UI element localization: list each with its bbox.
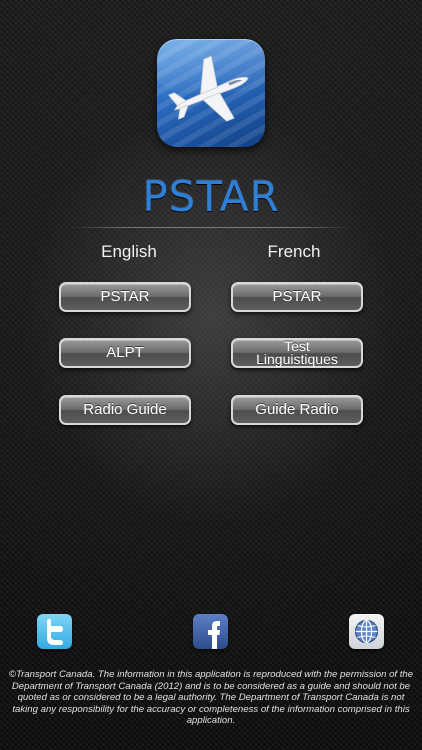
english-radio-guide-button[interactable]: Radio Guide (59, 395, 191, 425)
english-alpt-button[interactable]: ALPT (59, 338, 191, 368)
french-test-linguistiques-button[interactable]: Test Linguistiques (231, 338, 363, 368)
facebook-icon[interactable] (193, 614, 228, 649)
app-logo-airplane-icon (157, 39, 265, 147)
french-guide-radio-button-label: Guide Radio (255, 401, 339, 418)
english-pstar-button-label: PSTAR (100, 288, 150, 305)
copyright-disclaimer: ©Transport Canada. The information in th… (8, 669, 414, 727)
english-alpt-button-label: ALPT (106, 344, 144, 361)
globe-glyph (354, 619, 379, 644)
airplane-icon (168, 55, 249, 122)
column-label-french: French (267, 242, 321, 261)
column-label-english: English (101, 242, 157, 261)
french-test-linguistiques-button-label: Test Linguistiques (256, 338, 338, 367)
page-title: PSTAR (142, 172, 280, 221)
english-pstar-button[interactable]: PSTAR (59, 282, 191, 312)
facebook-f-glyph (208, 621, 220, 649)
globe-icon[interactable] (349, 614, 384, 649)
twitter-t-glyph (47, 619, 63, 645)
french-pstar-button[interactable]: PSTAR (231, 282, 363, 312)
twitter-icon[interactable] (37, 614, 72, 649)
title-divider (70, 227, 352, 228)
french-pstar-button-label: PSTAR (272, 288, 322, 305)
french-guide-radio-button[interactable]: Guide Radio (231, 395, 363, 425)
english-radio-guide-button-label: Radio Guide (83, 401, 167, 418)
